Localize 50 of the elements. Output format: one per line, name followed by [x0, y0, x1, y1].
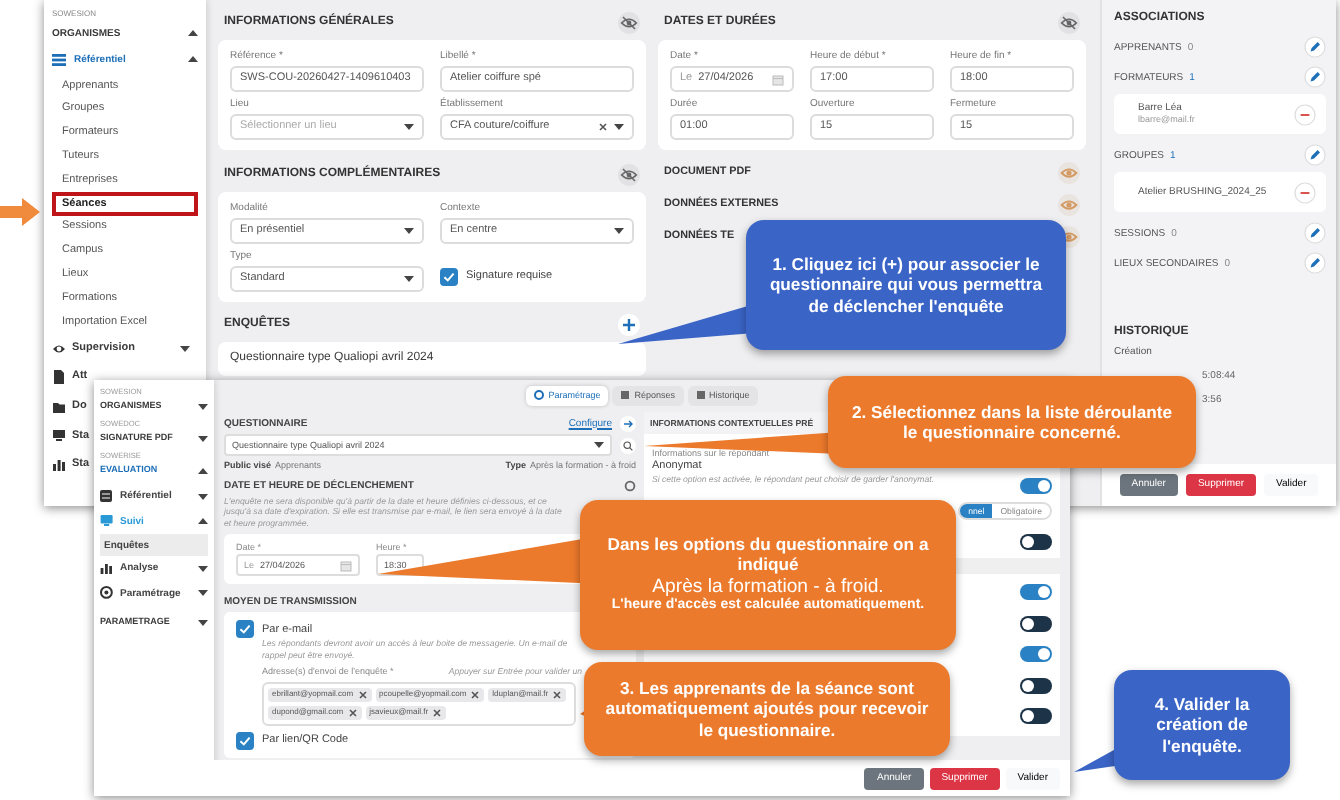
remove-icon[interactable] — [1294, 181, 1316, 204]
monitor-icon — [100, 514, 114, 529]
clear-icon[interactable] — [357, 689, 368, 700]
caret-icon — [614, 124, 624, 130]
add-icon[interactable] — [618, 314, 640, 336]
clear-icon[interactable] — [432, 707, 443, 718]
toggle-switch[interactable] — [1020, 708, 1052, 725]
checkbox[interactable] — [440, 268, 458, 286]
calendar-icon — [772, 73, 784, 85]
pencil-icon[interactable] — [1304, 66, 1326, 89]
table-icon — [100, 489, 114, 504]
caret-icon — [404, 276, 414, 282]
callout-text: 4. Valider la création de l'enquête. — [1152, 694, 1252, 756]
bar-chart-icon — [100, 561, 114, 576]
callout-text: 1. Cliquez ici (+) pour associer le questionnaire qui vous permettra de déclencher l'enquête — [767, 254, 1045, 316]
eye-slash-icon[interactable] — [1058, 12, 1080, 34]
checkbox[interactable] — [236, 731, 254, 750]
caret-icon — [614, 228, 624, 234]
clear-icon[interactable] — [598, 122, 608, 132]
search-icon[interactable] — [620, 437, 636, 453]
arrow-icon — [0, 198, 40, 226]
callout-text: 3. Les apprenants de la séance sont automatiquement ajoutés pour recevoir le questionnaire. — [603, 678, 931, 740]
toggle-switch[interactable] — [1020, 615, 1052, 632]
calendar-icon — [340, 559, 352, 572]
clear-icon[interactable] — [552, 689, 563, 700]
monitor-icon — [52, 428, 66, 443]
caret-icon — [404, 228, 414, 234]
clear-icon[interactable] — [470, 689, 481, 700]
toggle-switch[interactable] — [1020, 584, 1052, 601]
clear-icon[interactable] — [347, 707, 358, 718]
checkbox[interactable] — [236, 620, 254, 639]
caret-icon — [594, 442, 604, 448]
callout-text: Dans les options du questionnaire on a indiqué — [605, 534, 931, 576]
pencil-icon[interactable] — [1304, 36, 1326, 59]
pencil-icon[interactable] — [1304, 222, 1326, 245]
pencil-icon[interactable] — [1304, 144, 1326, 167]
remove-icon[interactable] — [1294, 103, 1316, 126]
arrow-right-icon[interactable] — [620, 415, 636, 431]
folder-icon — [52, 399, 66, 414]
eye-slash-icon[interactable] — [618, 164, 640, 186]
pencil-icon[interactable] — [1304, 252, 1326, 275]
eye-icon — [52, 341, 66, 356]
eye-slash-icon[interactable] — [618, 12, 640, 34]
bar-chart-icon — [52, 457, 66, 472]
caret-icon — [404, 124, 414, 130]
toggle-switch[interactable] — [1020, 478, 1052, 495]
toggle-switch[interactable] — [1020, 646, 1052, 663]
toggle-switch[interactable] — [1020, 533, 1052, 550]
callout-text: Après la formation - à froid. — [652, 575, 884, 598]
toggle-switch[interactable] — [1020, 677, 1052, 694]
